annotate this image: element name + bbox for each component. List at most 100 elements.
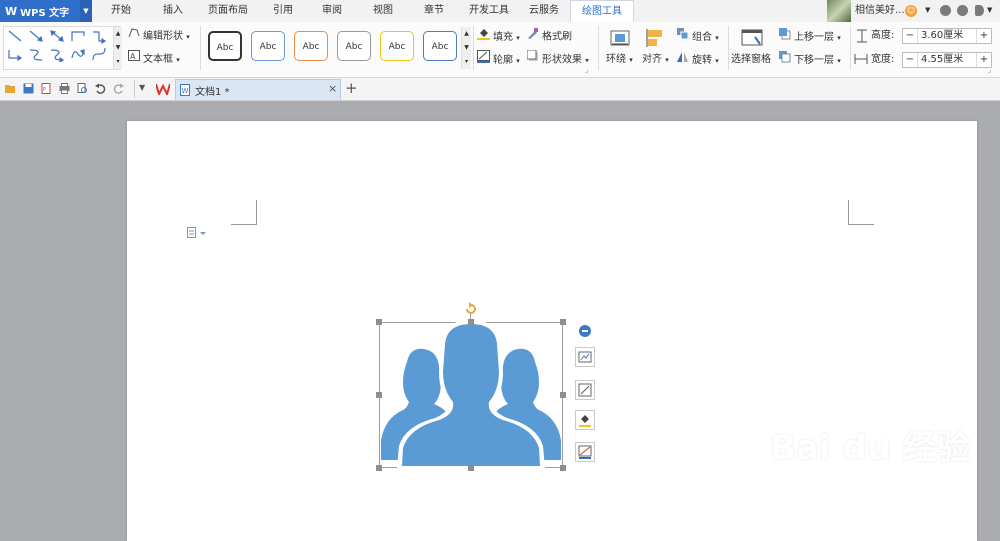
shape-effects-button[interactable]: 形状效果 ▾ — [526, 49, 589, 69]
outline-pen-icon — [578, 383, 592, 397]
ribbon-divider — [598, 26, 599, 70]
tab-references[interactable]: 引用 — [264, 0, 302, 22]
quick-line-color-button[interactable] — [575, 442, 595, 462]
vip-badge-icon: ☺ — [905, 5, 917, 17]
collapse-icon[interactable] — [579, 325, 591, 337]
rotate-label: 旋转 — [692, 55, 712, 66]
tab-page-layout[interactable]: 页面布局 — [203, 0, 253, 22]
line-shapes-icons[interactable] — [8, 30, 113, 62]
resize-handle-right[interactable] — [560, 392, 566, 398]
height-stepper[interactable]: − 3.60厘米 + — [902, 28, 992, 44]
resize-handle-bottom-right[interactable] — [560, 465, 566, 471]
resize-handle-top-left[interactable] — [376, 319, 382, 325]
dialog-launcher-icon[interactable]: ⌟ — [585, 66, 588, 74]
svg-text:W: W — [182, 87, 189, 95]
close-icon[interactable]: × — [328, 82, 337, 95]
chevron-down-icon[interactable]: ▼ — [987, 6, 992, 14]
shape-effects-icon — [526, 49, 539, 69]
user-name[interactable]: 相信美好... — [855, 0, 905, 22]
fill-button[interactable]: 填充 ▾ — [477, 27, 520, 45]
fill-bucket-icon — [477, 27, 490, 47]
wrap-text-icon[interactable] — [609, 28, 631, 48]
save-icon[interactable] — [23, 83, 34, 94]
align-icon[interactable] — [645, 28, 667, 48]
send-backward-button[interactable]: 下移一层 ▾ — [778, 50, 841, 68]
quick-outline-button[interactable] — [575, 380, 595, 400]
group-label: 组合 — [692, 32, 712, 43]
baidu-watermark: Bai du 经验 jingyan.baidu.com — [770, 430, 971, 482]
print-icon[interactable] — [59, 83, 70, 94]
quick-fill-button[interactable] — [575, 410, 595, 430]
tab-review[interactable]: 审阅 — [312, 0, 352, 22]
tab-home[interactable]: 开始 — [100, 0, 142, 22]
outline-pen-icon — [477, 50, 490, 70]
bring-forward-button[interactable]: 上移一层 ▾ — [778, 27, 841, 45]
group-button[interactable]: 组合 ▾ — [676, 27, 719, 45]
undo-icon[interactable] — [95, 83, 106, 94]
selection-pane-icon[interactable] — [741, 28, 763, 48]
align-button[interactable]: 对齐 ▾ — [642, 51, 669, 69]
share-icon[interactable] — [975, 5, 984, 16]
tab-chapter[interactable]: 章节 — [414, 0, 454, 22]
redo-icon[interactable] — [113, 83, 124, 94]
style-gallery-scroll[interactable]: ▲ ▼ ▾ — [461, 27, 471, 69]
width-stepper[interactable]: − 4.55厘米 + — [902, 52, 992, 68]
selection-pane-button[interactable]: 选择窗格 — [731, 51, 771, 69]
rotate-button[interactable]: 旋转 ▾ — [676, 50, 719, 68]
width-decrement-button[interactable]: − — [903, 53, 918, 67]
width-value[interactable]: 4.55厘米 — [921, 53, 963, 67]
document-icon: W — [180, 84, 190, 96]
settings-icon[interactable] — [957, 5, 968, 16]
gallery-scroll[interactable]: ▲ ▼ ▾ — [113, 27, 122, 69]
wps-app-menu-button[interactable]: W WPS 文字 ▼ — [0, 0, 92, 22]
fill-label: 填充 — [493, 32, 513, 43]
format-painter-button[interactable]: 格式刷 — [527, 27, 572, 45]
shape-style-5[interactable]: Abc — [380, 31, 414, 61]
edit-shape-button[interactable]: 编辑形状 ▾ — [128, 27, 190, 45]
resize-handle-top[interactable] — [468, 319, 474, 325]
height-label: 高度: — [871, 30, 895, 41]
height-decrement-button[interactable]: − — [903, 29, 918, 43]
tab-view[interactable]: 视图 — [363, 0, 403, 22]
wrap-button[interactable]: 环绕 ▾ — [606, 51, 633, 69]
chevron-down-icon[interactable]: ▼ — [925, 6, 930, 14]
document-tab[interactable]: W 文档1 * × — [175, 79, 341, 100]
height-increment-button[interactable]: + — [976, 29, 991, 43]
users-group-icon[interactable] — [379, 322, 563, 468]
wps-logo-icon[interactable] — [156, 83, 170, 95]
toolbar-divider — [134, 80, 135, 98]
paste-options-icon[interactable] — [187, 227, 207, 239]
resize-handle-bottom-left[interactable] — [376, 465, 382, 471]
margin-marker-right — [848, 200, 874, 225]
text-box-icon: A — [128, 50, 140, 68]
watermark-url: jingyan.baidu.com — [784, 466, 920, 481]
height-value[interactable]: 3.60厘米 — [921, 29, 963, 43]
tab-developer[interactable]: 开发工具 — [464, 0, 514, 22]
outline-button[interactable]: 轮廓 ▾ — [477, 50, 520, 68]
tab-insert[interactable]: 插入 — [152, 0, 194, 22]
new-tab-icon[interactable]: + — [345, 79, 358, 97]
rotate-handle-icon[interactable] — [464, 302, 478, 316]
svg-text:A: A — [130, 52, 136, 61]
shape-style-4[interactable]: Abc — [337, 31, 371, 61]
chevron-down-icon[interactable]: ▼ — [139, 83, 145, 92]
shape-style-6[interactable]: Abc — [423, 31, 457, 61]
resize-handle-top-right[interactable] — [560, 319, 566, 325]
export-pdf-icon[interactable]: P — [41, 83, 52, 94]
shape-style-1[interactable]: Abc — [208, 31, 242, 61]
width-increment-button[interactable]: + — [976, 53, 991, 67]
text-box-button[interactable]: A 文本框 ▾ — [128, 50, 180, 68]
shape-style-2[interactable]: Abc — [251, 31, 285, 61]
tab-cloud-service[interactable]: 云服务 — [522, 0, 566, 22]
shape-style-3[interactable]: Abc — [294, 31, 328, 61]
dialog-launcher-icon[interactable]: ⌟ — [988, 66, 991, 74]
open-folder-icon[interactable] — [5, 83, 16, 94]
avatar[interactable] — [827, 0, 851, 22]
print-preview-icon[interactable] — [77, 83, 88, 94]
chevron-down-icon[interactable]: ▼ — [80, 0, 92, 22]
tab-drawing-tools[interactable]: 绘图工具 — [570, 0, 634, 23]
resize-handle-left[interactable] — [376, 392, 382, 398]
layout-options-button[interactable] — [575, 347, 595, 367]
resize-handle-bottom[interactable] — [468, 465, 474, 471]
skin-icon[interactable] — [940, 5, 951, 16]
